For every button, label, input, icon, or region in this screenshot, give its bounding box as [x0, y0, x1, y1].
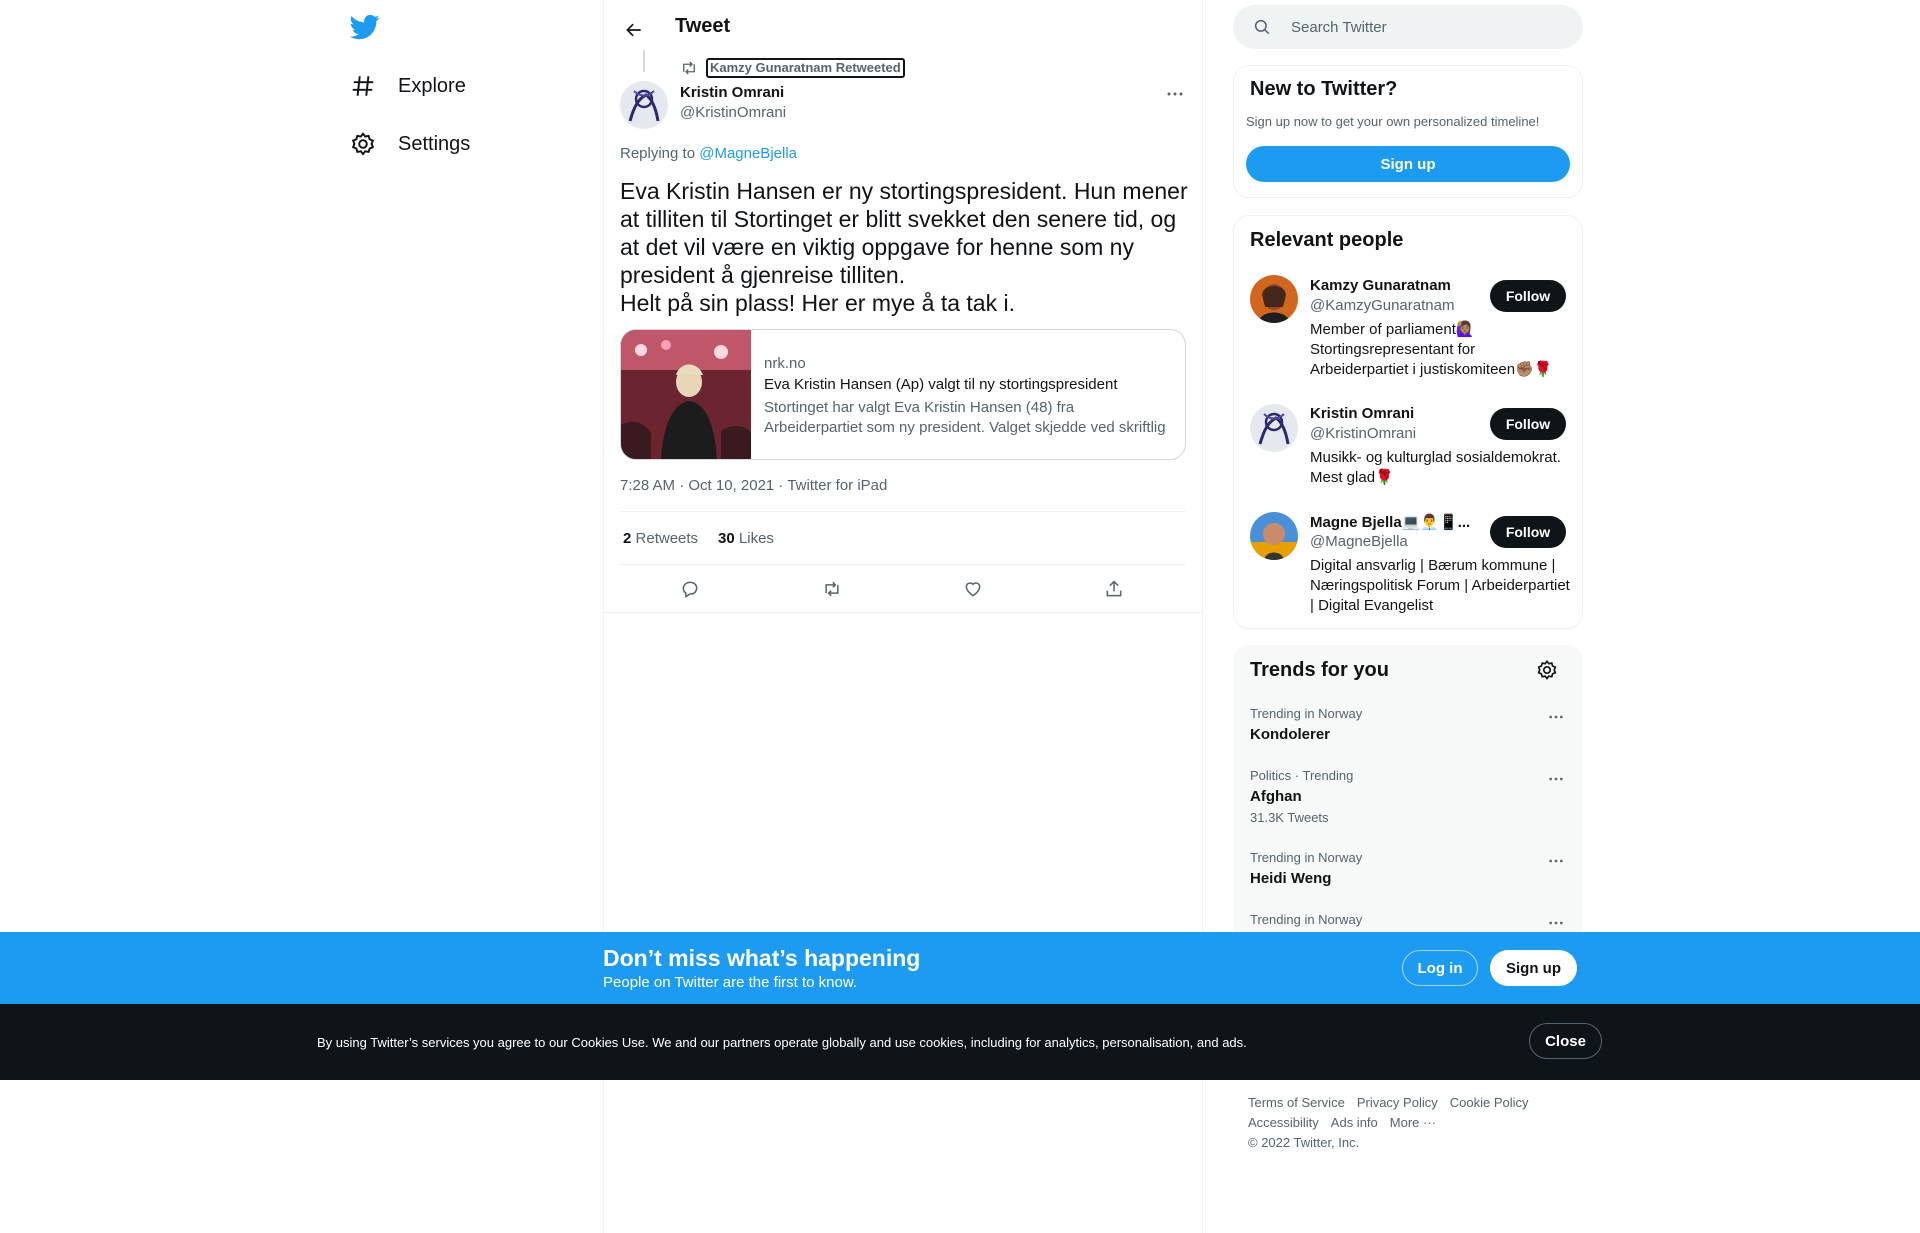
footer-link[interactable]: Ads info [1331, 1115, 1378, 1130]
person-bio: Musikk- og kulturglad sosialdemokrat. Me… [1310, 449, 1561, 486]
cookie-close-button[interactable]: Close [1529, 1023, 1602, 1059]
gear-icon[interactable] [1536, 659, 1558, 681]
likes-stat[interactable]: 30 Likes [718, 530, 774, 547]
tweet-text: Eva Kristin Hansen er ny stortingspresid… [620, 178, 1188, 316]
person-name[interactable]: Kristin Omrani [1310, 405, 1414, 422]
retweets-stat[interactable]: 2 Retweets [623, 530, 698, 547]
login-button[interactable]: Log in [1402, 950, 1478, 986]
person-name[interactable]: Kamzy Gunaratnam [1310, 277, 1451, 294]
replying-to: Replying to @MagneBjella [620, 145, 797, 162]
twitter-logo-icon[interactable] [350, 12, 380, 42]
footer-link[interactable]: Accessibility [1248, 1115, 1319, 1130]
new-to-twitter-title: New to Twitter? [1250, 78, 1398, 100]
search-bar[interactable] [1233, 5, 1583, 49]
person-avatar[interactable] [1250, 512, 1298, 560]
link-card[interactable]: nrk.no Eva Kristin Hansen (Ap) valgt til… [620, 329, 1186, 460]
page-title: Tweet [675, 15, 731, 37]
nav-explore[interactable]: Explore [350, 73, 466, 99]
cookie-text: By using Twitter’s services you agree to… [317, 1035, 1247, 1050]
retweet-icon[interactable] [812, 569, 852, 609]
search-icon [1253, 18, 1271, 36]
trend-name[interactable]: Kondolerer [1250, 726, 1330, 743]
footer-link[interactable]: Cookie Policy [1450, 1095, 1529, 1110]
person-name[interactable]: Magne Bjella💻👨‍💼📱... [1310, 513, 1480, 531]
new-to-twitter-subtitle: Sign up now to get your own personalized… [1246, 114, 1540, 129]
person-bio: Member of parliament🙋🏽‍♀️ Stortingsrepre… [1310, 321, 1553, 378]
search-input[interactable] [1291, 18, 1561, 36]
banner-title: Don’t miss what’s happening [603, 945, 921, 971]
trend-meta: Trending in Norway [1250, 850, 1363, 865]
thread-connector [643, 50, 645, 72]
footer-links-row-1: Terms of Service Privacy Policy Cookie P… [1248, 1095, 1529, 1110]
nav-explore-label: Explore [398, 74, 466, 97]
replying-prefix: Replying to [620, 145, 700, 162]
trend-meta: Trending in Norway [1250, 706, 1363, 721]
trend-name[interactable]: Heidi Weng [1250, 870, 1331, 887]
more-options-icon[interactable] [1541, 913, 1571, 933]
reply-icon[interactable] [670, 569, 710, 609]
person-handle[interactable]: @KristinOmrani [1310, 425, 1416, 442]
signup-button[interactable]: Sign up [1490, 950, 1577, 986]
trends-title: Trends for you [1250, 659, 1389, 681]
trend-count: 31.3K Tweets [1250, 810, 1329, 825]
nav-settings[interactable]: Settings [350, 131, 470, 157]
person-bio: Digital ansvarlig | Bærum kommune | Næri… [1310, 557, 1570, 614]
follow-button[interactable]: Follow [1490, 408, 1566, 440]
follow-button[interactable]: Follow [1490, 280, 1566, 312]
footer-link[interactable]: Terms of Service [1248, 1095, 1345, 1110]
author-name[interactable]: Kristin Omrani [680, 84, 784, 101]
copyright: © 2022 Twitter, Inc. [1248, 1135, 1360, 1150]
card-description: Stortinget har valgt Eva Kristin Hansen … [764, 399, 1166, 436]
more-options-icon[interactable] [1541, 769, 1571, 789]
author-handle[interactable]: @KristinOmrani [680, 104, 786, 121]
retweets-label: Retweets [635, 530, 699, 547]
tweet-stats: 2 Retweets 30 Likes [623, 530, 774, 547]
retweet-icon [680, 59, 698, 77]
nav-settings-label: Settings [398, 132, 471, 155]
retweet-context[interactable]: Kamzy Gunaratnam Retweeted [680, 58, 905, 78]
more-options-icon[interactable] [1160, 84, 1190, 104]
person-handle[interactable]: @MagneBjella [1310, 533, 1408, 550]
card-domain: nrk.no [764, 355, 806, 372]
sidebar-signup-button[interactable]: Sign up [1246, 146, 1570, 182]
divider [620, 511, 1186, 512]
more-options-icon[interactable] [1541, 707, 1571, 727]
trend-name[interactable]: Afghan [1250, 788, 1302, 805]
banner-subtitle: People on Twitter are the first to know. [603, 974, 858, 991]
person-avatar[interactable] [1250, 275, 1298, 323]
trend-meta: Politics · Trending [1250, 768, 1354, 783]
likes-label: Likes [738, 530, 774, 547]
retweets-count: 2 [623, 530, 632, 547]
card-image [621, 330, 751, 459]
share-icon[interactable] [1094, 569, 1134, 609]
person-handle[interactable]: @KamzyGunaratnam [1310, 297, 1454, 314]
tweet-timestamp[interactable]: 7:28 AM · Oct 10, 2021 · Twitter for iPa… [620, 477, 887, 494]
more-options-icon[interactable] [1541, 851, 1571, 871]
replying-to-link[interactable]: @MagneBjella [699, 145, 797, 162]
footer-links-row-2: Accessibility Ads info More ··· [1248, 1115, 1436, 1130]
footer-more-link[interactable]: More ··· [1390, 1115, 1436, 1130]
back-arrow-icon[interactable] [618, 14, 650, 46]
like-icon[interactable] [953, 569, 993, 609]
hashtag-icon [350, 73, 376, 99]
divider [620, 564, 1186, 565]
person-avatar[interactable] [1250, 404, 1298, 452]
relevant-people-title: Relevant people [1250, 229, 1404, 251]
gear-icon [350, 131, 376, 157]
follow-button[interactable]: Follow [1490, 516, 1566, 548]
card-title: Eva Kristin Hansen (Ap) valgt til ny sto… [764, 376, 1118, 393]
divider [603, 612, 1203, 613]
footer-link[interactable]: Privacy Policy [1357, 1095, 1438, 1110]
signup-banner [0, 932, 1920, 1004]
trend-meta: Trending in Norway [1250, 912, 1363, 927]
retweet-context-label: Kamzy Gunaratnam Retweeted [706, 58, 905, 78]
author-avatar[interactable] [620, 81, 668, 129]
likes-count: 30 [718, 530, 735, 547]
